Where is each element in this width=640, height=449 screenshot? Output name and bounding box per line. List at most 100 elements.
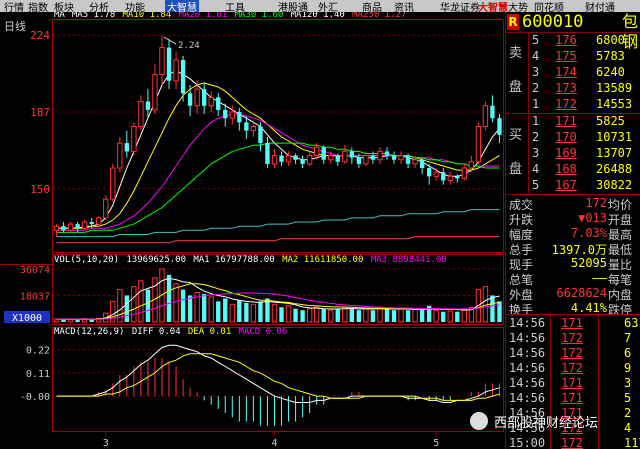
- volume-bar: [342, 306, 348, 323]
- ma-legend-item: MA250 1.27: [352, 12, 406, 20]
- order-level: 1: [532, 114, 540, 128]
- candle-body: [377, 150, 383, 161]
- candle-body: [180, 60, 186, 94]
- menu-item[interactable]: 华龙证券: [440, 0, 480, 12]
- order-volume: 5825: [596, 114, 625, 128]
- menu-item[interactable]: 分析: [89, 0, 109, 12]
- volume-bar: [335, 308, 340, 322]
- menu-item[interactable]: 港股通: [278, 0, 308, 12]
- candle-body: [370, 155, 376, 160]
- stat-row: 升跌 ▼013 开盘: [506, 211, 640, 227]
- candle-body: [250, 126, 257, 132]
- tick-price: 171: [561, 316, 583, 330]
- menu-item[interactable]: 商品: [362, 0, 382, 12]
- stat-row: 幅度 7.03% 最高: [506, 226, 640, 242]
- tick-price: 172: [561, 331, 583, 345]
- tick-price: 171: [561, 391, 583, 405]
- tick-time: 14:56: [509, 316, 546, 330]
- menu-item[interactable]: 资讯: [394, 0, 414, 12]
- candle-body: [342, 150, 348, 163]
- date-label: 3: [103, 438, 109, 449]
- candle-body: [124, 143, 130, 152]
- ask-row[interactable]: 2 173 13589: [506, 81, 640, 97]
- candle[interactable]: [103, 195, 109, 220]
- menu-item[interactable]: 功能: [125, 0, 145, 12]
- candle-body: [194, 88, 200, 107]
- volume-bar: [482, 286, 489, 323]
- bid-row[interactable]: 5 167 30822: [506, 178, 640, 194]
- candle-body: [103, 198, 109, 219]
- candle-body: [110, 167, 116, 200]
- tick-row: 14:56 171 3: [506, 376, 640, 391]
- candle-body: [166, 47, 172, 81]
- menu-item[interactable]: 财付通: [585, 0, 615, 12]
- menu-item[interactable]: 工具: [225, 0, 245, 12]
- ask-row[interactable]: 5 176 6800: [506, 33, 640, 49]
- volume-bar: [293, 308, 298, 322]
- quote-panel: R 600010 包钢 卖盘买盘 5 176 6800 4 175 5783 3 174 6240…: [505, 12, 640, 449]
- tick-time: 14:56: [509, 391, 546, 405]
- order-level: 3: [532, 65, 540, 79]
- candle[interactable]: [110, 163, 116, 202]
- candle-body: [67, 223, 74, 231]
- candle-body: [223, 109, 228, 119]
- ma-legend-item: MA120 1.40: [291, 12, 345, 20]
- volume-bar: [216, 301, 221, 322]
- volume-bar: [461, 308, 468, 323]
- candle-body: [89, 222, 94, 225]
- volume-bar: [61, 319, 66, 322]
- candle-body: [293, 155, 298, 160]
- order-volume: 30822: [596, 178, 633, 192]
- candle-body: [201, 89, 207, 106]
- menu-item[interactable]: 外汇: [318, 0, 338, 12]
- peak-label: 2.24: [178, 41, 200, 51]
- ask-row[interactable]: 1 172 14553: [506, 97, 640, 113]
- volume-bar: [208, 296, 214, 323]
- menu-item[interactable]: 大势: [508, 0, 528, 12]
- candle-body: [117, 142, 123, 169]
- candle[interactable]: [482, 101, 489, 131]
- candle-body: [455, 176, 460, 179]
- volume-bar: [490, 295, 495, 322]
- menu-item[interactable]: 行情: [4, 0, 24, 12]
- stock-code[interactable]: 600010: [522, 12, 583, 32]
- price-tick-label: 187: [30, 106, 50, 119]
- candle-body: [131, 126, 137, 152]
- candle-body: [426, 168, 432, 177]
- menu-item[interactable]: 大智慧: [165, 0, 199, 12]
- candle-body: [475, 126, 482, 163]
- menu-item[interactable]: 同花顺: [534, 0, 564, 12]
- volume-bar: [377, 306, 383, 323]
- volume-bar: [180, 289, 186, 322]
- bid-row[interactable]: 4 168 26488: [506, 162, 640, 178]
- kline-chart-area[interactable]: 2.24 日线 224 187 150 36074 18037 X1000 0.22 0.11 -0…: [0, 12, 505, 449]
- menu-item[interactable]: 板块: [54, 0, 74, 12]
- candle-body: [75, 224, 80, 229]
- bid-row[interactable]: 2 170 10731: [506, 130, 640, 146]
- candle-body: [265, 143, 270, 164]
- volume-bar: [363, 308, 369, 323]
- order-volume: 14553: [596, 97, 633, 111]
- candle-body: [497, 118, 502, 135]
- watermark-text: 西部股神财经论坛: [494, 416, 599, 431]
- candle[interactable]: [131, 122, 137, 156]
- order-volume: 5783: [596, 49, 625, 63]
- tick-row: 14:56 171 63: [506, 316, 640, 331]
- tick-volume: 9: [624, 361, 632, 375]
- ask-row[interactable]: 3 174 6240: [506, 65, 640, 81]
- volume-bar: [223, 298, 228, 322]
- stock-header: R 600010 包钢: [506, 12, 640, 51]
- bid-row[interactable]: 3 169 13707: [506, 146, 640, 162]
- candle[interactable]: [475, 122, 482, 164]
- tick-price: 171: [561, 376, 583, 390]
- ask-row[interactable]: 4 175 5783: [506, 49, 640, 65]
- order-volume: 13589: [596, 81, 633, 95]
- order-volume: 26488: [596, 162, 633, 176]
- volume-bar: [398, 308, 404, 323]
- menu-item[interactable]: 指数: [28, 0, 48, 12]
- candle-body: [461, 167, 468, 179]
- candle-body: [229, 111, 235, 119]
- tick-time: 15:00: [509, 436, 546, 449]
- bid-row[interactable]: 1 171 5825: [506, 114, 640, 130]
- menu-item[interactable]: 大智慧: [478, 0, 508, 12]
